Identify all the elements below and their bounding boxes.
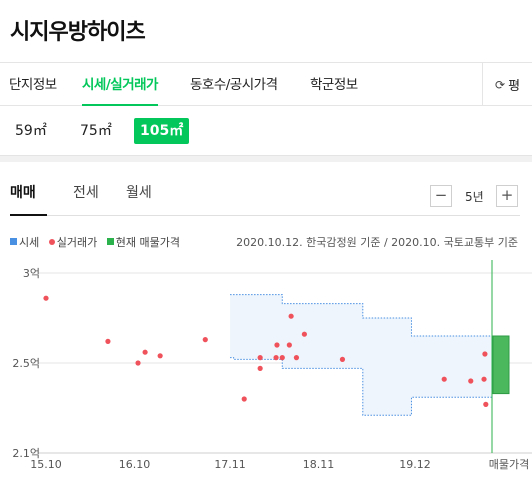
period-stepper: − 5년 + [430,185,518,207]
size-option-105[interactable]: 105㎡ [134,118,190,144]
price-chart[interactable]: 3억2.5억2.1억15.10 16.10 17.11 18.11 19.12 매물가격 [0,260,532,488]
tab-complex-info[interactable]: 단지정보 [9,63,57,106]
current-listing-bar [492,335,510,395]
unit-toggle-button[interactable]: ⟳ 평 [482,63,532,106]
y-tick-label-0: 3억 [23,267,40,280]
tab-price[interactable]: 시세/실거래가 [82,63,158,106]
legend-item-listing: 현재 매물가격 [106,234,180,250]
trade-point-15 [301,331,307,337]
trade-point-3 [142,349,148,355]
trade-point-21 [483,401,489,407]
period-decrease-button[interactable]: − [430,185,452,207]
trade-point-18 [468,378,474,384]
period-value: 5년 [465,190,484,204]
tab-divider [10,215,520,216]
trade-point-17 [441,376,447,382]
legend-label-trades: 실거래가 [56,236,98,249]
size-option-75[interactable]: 75㎡ [74,118,118,144]
trade-point-13 [288,313,294,319]
x-tick-label-0: 15.10 [30,458,62,471]
section-divider [0,155,532,162]
trade-point-1 [105,338,111,344]
size-selector: 59㎡ 75㎡ 105㎡ [0,106,532,154]
x-tick-label-3: 18.11 [303,458,335,471]
x-tick-label-4: 19.12 [399,458,431,471]
trade-point-12 [286,342,292,348]
trade-point-14 [293,355,300,361]
size-option-59[interactable]: 59㎡ [9,118,53,144]
x-tick-label-2: 17.11 [214,458,246,471]
trade-point-20 [482,351,488,357]
trade-point-9 [273,355,279,361]
tab-sale[interactable]: 매매 [10,182,36,214]
trade-point-11 [279,355,285,361]
trade-point-16 [339,356,346,362]
legend-label-listing: 현재 매물가격 [115,236,180,249]
refresh-icon: ⟳ [495,77,506,92]
trade-point-19 [481,376,487,382]
legend-item-trades: 실거래가 [48,234,98,250]
legend-swatch-market [10,238,17,245]
legend-swatch-trades [48,239,55,245]
chart-legend: 시세 실거래가 현재 매물가격 [10,234,186,250]
trade-point-5 [202,337,208,343]
trade-point-8 [257,355,263,361]
trade-point-0 [43,295,49,301]
tab-units[interactable]: 동호수/공시가격 [190,63,278,106]
detail-tabs: 단지정보 시세/실거래가 동호수/공시가격 학군정보 ⟳ 평 [0,62,532,106]
trade-point-4 [157,353,163,359]
trade-point-10 [274,342,280,348]
data-source-note: 2020.10.12. 한국감정원 기준 / 2020.10. 국토교통부 기준 [236,236,518,249]
legend-label-market: 시세 [19,236,40,249]
y-tick-label-1: 2.5억 [12,357,40,370]
page-title: 시지우방하이츠 [10,20,146,45]
tab-monthly-rent[interactable]: 월세 [126,182,152,202]
active-tab-indicator [10,214,47,216]
unit-toggle-label: 평 [508,79,521,94]
trade-point-7 [257,365,263,371]
trade-point-2 [135,360,141,366]
trade-point-6 [241,396,247,402]
x-tick-label-listing: 매물가격 [489,458,529,471]
legend-item-market: 시세 [10,234,39,250]
legend-swatch-listing [106,238,114,245]
tab-jeonse[interactable]: 전세 [73,182,99,202]
x-tick-label-1: 16.10 [119,458,151,471]
period-increase-button[interactable]: + [496,185,518,207]
tab-school[interactable]: 학군정보 [310,63,358,106]
